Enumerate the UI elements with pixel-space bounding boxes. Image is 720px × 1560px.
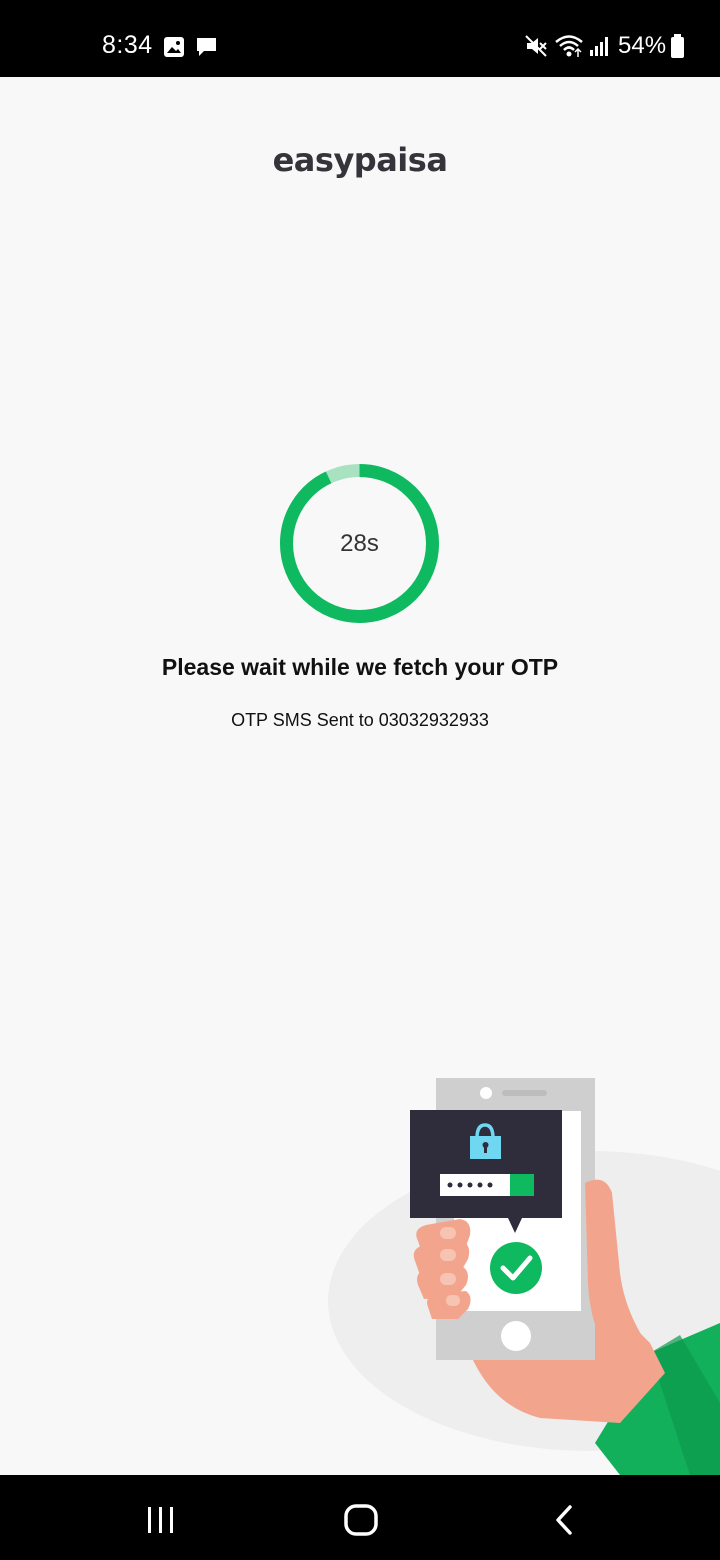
logo-text: easypaisa [272, 141, 448, 179]
battery-percent: 54% [618, 32, 667, 59]
otp-phone-illustration [328, 1078, 720, 1475]
navigation-bar [0, 1475, 720, 1560]
battery-icon [671, 34, 684, 58]
back-button[interactable] [550, 1503, 578, 1537]
easypaisa-logo: easypaisa [0, 141, 720, 179]
message-icon [197, 38, 216, 56]
otp-sent-message: OTP SMS Sent to 03032932933 [231, 710, 489, 730]
status-time: 8:34 [102, 31, 153, 59]
signal-icon [590, 37, 608, 56]
image-icon [164, 37, 184, 57]
home-button[interactable] [343, 1503, 379, 1537]
app-content: easypaisa 28s Please wait while we fetch… [0, 77, 720, 1475]
otp-countdown-timer: 28s [279, 463, 440, 624]
mute-icon [525, 35, 547, 57]
status-bar: 8:34 54% [0, 0, 720, 77]
timer-seconds: 28s [340, 530, 379, 557]
wifi-icon [555, 35, 583, 57]
page-title: Please wait while we fetch your OTP [161, 654, 559, 680]
recent-apps-button[interactable] [140, 1505, 182, 1535]
